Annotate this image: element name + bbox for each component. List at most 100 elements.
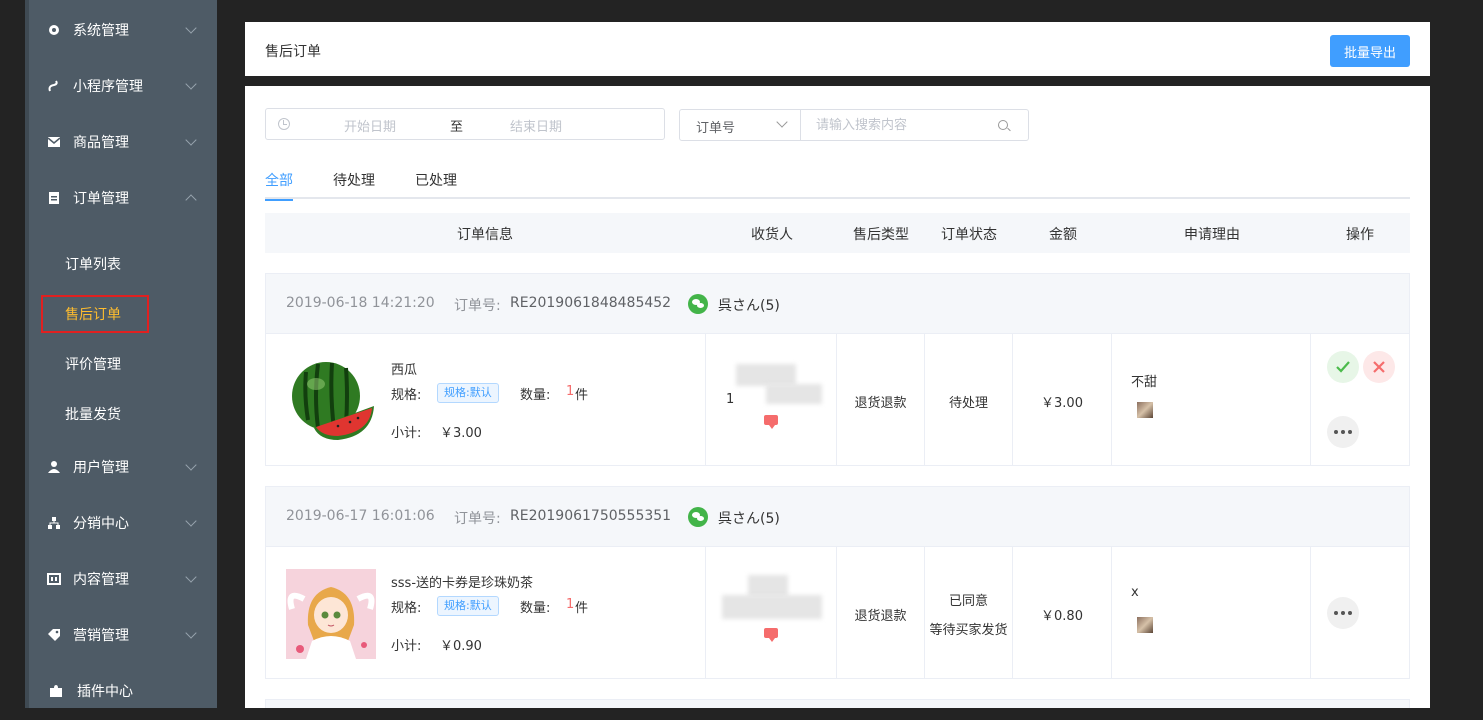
sidebar-subitem-after-sales[interactable]: 售后订单 <box>41 295 191 333</box>
sidebar-subitem-batch-ship[interactable]: 批量发货 <box>65 396 215 432</box>
column-header: 收货人 <box>751 227 793 243</box>
cell-divider <box>705 547 706 678</box>
chevron-down-icon <box>185 515 197 527</box>
message-icon[interactable] <box>764 628 778 642</box>
goods-image-anime-girl <box>286 569 376 659</box>
batch-export-button[interactable]: 批量导出 <box>1330 35 1410 67</box>
sidebar-subitem-label: 售后订单 <box>65 307 121 323</box>
tab-processed[interactable]: 已处理 <box>415 170 457 199</box>
cell-divider <box>1310 334 1311 465</box>
reason-image[interactable] <box>1137 617 1153 633</box>
next-order-card-edge <box>265 699 1410 708</box>
spec-label: 规格: <box>391 601 422 616</box>
order-no: RE2019061848485452 <box>510 295 672 311</box>
order-amount: ￥0.80 <box>1041 609 1083 624</box>
clock-icon <box>278 118 290 130</box>
chevron-down-icon <box>185 627 197 639</box>
quantity-value: 1 <box>566 597 575 612</box>
sidebar-subitem-reviews[interactable]: 评价管理 <box>65 346 215 382</box>
subtotal-label: 小计: <box>391 426 422 441</box>
sidebar-item-system[interactable]: 系统管理 <box>25 10 217 50</box>
search-input[interactable] <box>816 116 986 134</box>
quantity-label: 数量: <box>520 388 551 403</box>
after-sale-type: 退货退款 <box>854 609 907 624</box>
cell-divider <box>1310 547 1311 678</box>
reason-image[interactable] <box>1137 402 1153 418</box>
order-no-label: 订单号: <box>454 511 501 527</box>
sidebar-item-label: 内容管理 <box>73 572 129 588</box>
link-icon <box>47 79 61 93</box>
sidebar-subitem-order-list[interactable]: 订单列表 <box>65 246 215 282</box>
chevron-down-icon <box>185 571 197 583</box>
sidebar-item-goods[interactable]: 商品管理 <box>25 122 217 162</box>
column-header: 订单状态 <box>941 227 997 243</box>
sidebar-item-users[interactable]: 用户管理 <box>25 447 217 487</box>
cell-divider <box>705 334 706 465</box>
sidebar-item-miniprogram[interactable]: 小程序管理 <box>25 66 217 106</box>
page-title: 售后订单 <box>265 44 321 60</box>
spec-tag: 规格:默认 <box>437 596 499 616</box>
sidebar-item-distribution[interactable]: 分销中心 <box>25 503 217 543</box>
sidebar-item-content[interactable]: 内容管理 <box>25 559 217 599</box>
search-icon[interactable] <box>998 120 1008 130</box>
sidebar-subitem-label: 评价管理 <box>65 357 121 373</box>
after-sale-type: 退货退款 <box>854 396 907 411</box>
sidebar: 系统管理 小程序管理 商品管理 订单管理 订单列表 售后订单 评价管理 批量发货 <box>25 0 217 708</box>
receiver-blurred <box>736 364 796 386</box>
approve-button[interactable] <box>1327 351 1359 383</box>
spec-label: 规格: <box>391 388 422 403</box>
chevron-down-icon <box>185 459 197 471</box>
order-time: 2019-06-17 16:01:06 <box>286 508 435 524</box>
more-button[interactable] <box>1327 597 1359 629</box>
order-card: 2019-06-18 14:21:20 订单号: RE2019061848485… <box>265 273 1410 466</box>
sidebar-item-label: 插件中心 <box>77 684 133 700</box>
range-separator: 至 <box>450 120 464 135</box>
order-amount: ￥3.00 <box>1041 396 1083 411</box>
clipboard-icon <box>47 191 61 205</box>
date-range-picker[interactable]: 开始日期 至 结束日期 <box>265 108 665 140</box>
sidebar-item-label: 小程序管理 <box>73 79 143 95</box>
subtotal-label: 小计: <box>391 639 422 654</box>
sidebar-item-plugins[interactable]: 插件中心 <box>25 671 217 708</box>
goods-name: sss-送的卡券是珍珠奶茶 <box>391 576 534 591</box>
message-icon[interactable] <box>764 415 778 429</box>
more-icon <box>1334 611 1352 615</box>
receiver-blurred <box>766 384 822 404</box>
chevron-down-icon <box>185 22 197 34</box>
column-header: 操作 <box>1346 227 1374 243</box>
sidebar-subitem-label: 订单列表 <box>65 257 121 273</box>
goods-image-watermelon <box>286 356 376 446</box>
quantity-label: 数量: <box>520 601 551 616</box>
status-tabs: 全部 待处理 已处理 <box>265 170 1410 201</box>
puzzle-icon <box>49 684 63 698</box>
sidebar-item-label: 系统管理 <box>73 23 129 39</box>
column-header: 申请理由 <box>1184 227 1240 243</box>
close-icon <box>1373 361 1385 373</box>
column-header: 订单信息 <box>457 227 513 243</box>
sidebar-item-label: 商品管理 <box>73 135 129 151</box>
column-header: 售后类型 <box>853 227 909 243</box>
search-type-select[interactable]: 订单号 <box>680 110 801 140</box>
more-button[interactable] <box>1327 416 1359 448</box>
order-header: 2019-06-17 16:01:06 订单号: RE2019061750555… <box>266 487 1409 547</box>
order-body: sss-送的卡券是珍珠奶茶 规格: 规格:默认 数量: 1 件 小计: ￥0.9… <box>266 547 1409 678</box>
tab-all[interactable]: 全部 <box>265 170 293 201</box>
buyer-name[interactable]: 呉さん(5) <box>718 508 780 528</box>
sidebar-item-marketing[interactable]: 营销管理 <box>25 615 217 655</box>
receiver-blurred <box>748 575 788 597</box>
tab-pending[interactable]: 待处理 <box>333 170 375 199</box>
quantity-unit: 件 <box>575 388 589 403</box>
apply-reason: 不甜 <box>1131 375 1158 390</box>
start-date-placeholder[interactable]: 开始日期 <box>344 116 396 135</box>
reject-button[interactable] <box>1363 351 1395 383</box>
mail-icon <box>47 135 61 149</box>
sidebar-item-orders[interactable]: 订单管理 <box>25 178 217 218</box>
end-date-placeholder[interactable]: 结束日期 <box>510 116 562 135</box>
search-group: 订单号 <box>679 109 1029 141</box>
order-header: 2019-06-18 14:21:20 订单号: RE2019061848485… <box>266 274 1409 334</box>
sidebar-item-label: 分销中心 <box>73 516 129 532</box>
buyer-name[interactable]: 呉さん(5) <box>718 295 780 315</box>
order-card: 2019-06-17 16:01:06 订单号: RE2019061750555… <box>265 486 1410 679</box>
table-header: 订单信息 收货人 售后类型 订单状态 金额 申请理由 操作 <box>265 213 1410 253</box>
cell-divider <box>1111 334 1112 465</box>
